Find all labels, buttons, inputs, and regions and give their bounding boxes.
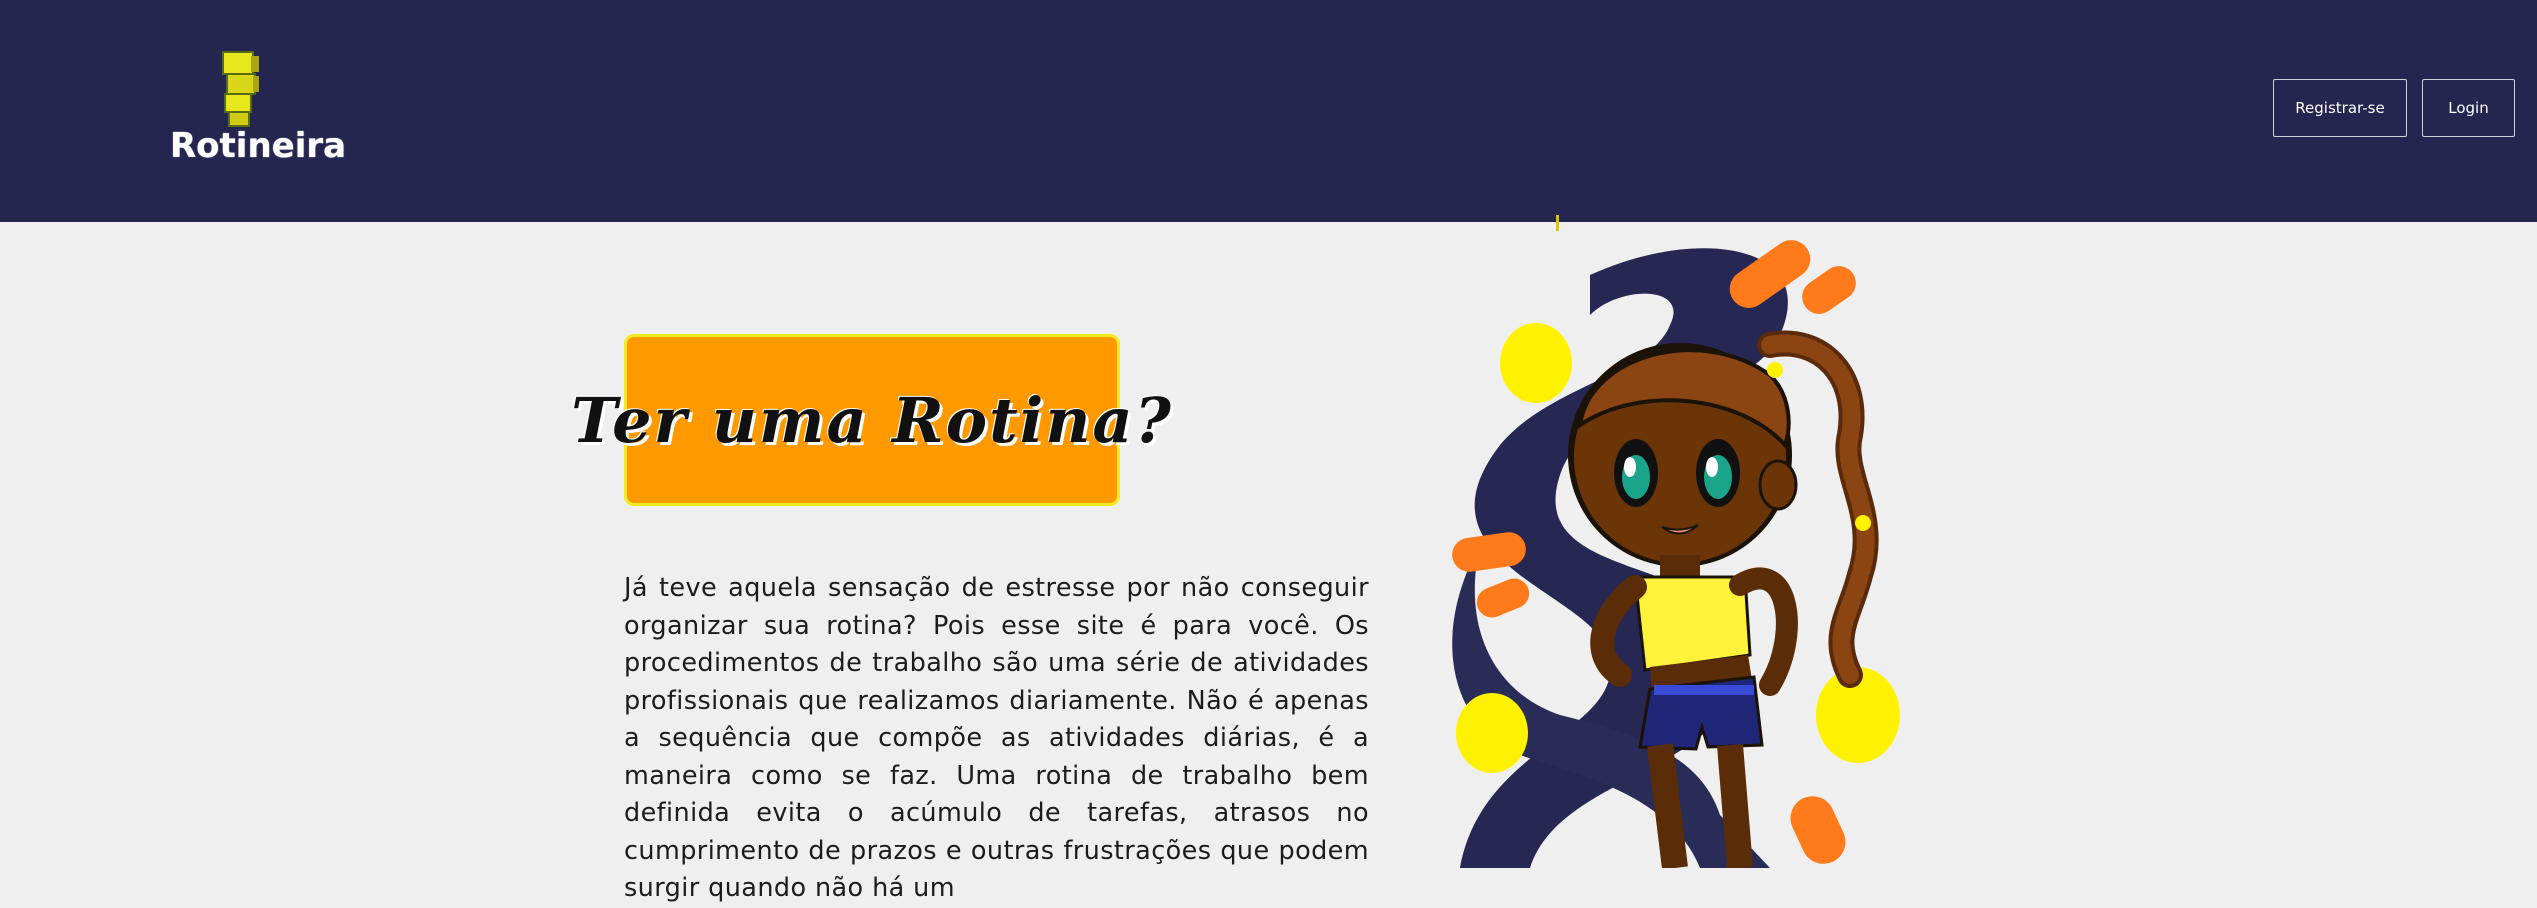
- girl-character-illustration: [1452, 215, 1900, 868]
- brand-logo[interactable]: Rotineira: [170, 50, 347, 170]
- login-button[interactable]: Login: [2422, 79, 2515, 137]
- register-button[interactable]: Registrar-se: [2273, 79, 2407, 137]
- hero-title: Ter uma Rotina?: [571, 383, 1173, 457]
- top-navbar: Rotineira Registrar-se Login: [0, 0, 2537, 222]
- hero-title-box: Ter uma Rotina?: [571, 334, 1171, 506]
- stacked-blocks-logo-icon: [222, 51, 259, 127]
- hero-paragraph: Já teve aquela sensação de estresse por …: [624, 573, 1369, 903]
- brand-name: Rotineira: [170, 126, 347, 166]
